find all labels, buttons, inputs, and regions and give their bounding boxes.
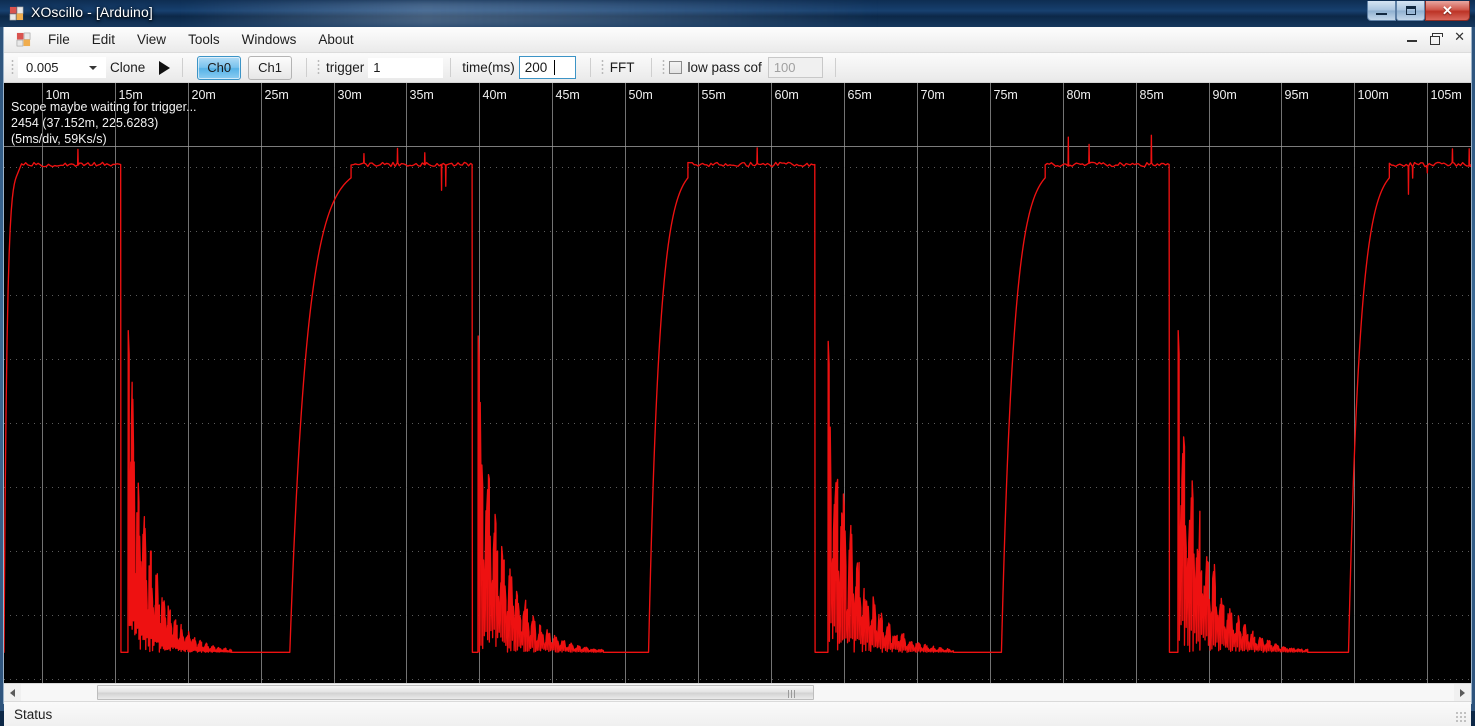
x-tick-label: 85m <box>1140 88 1164 102</box>
oscilloscope-plot[interactable]: 10m 15m 20m 25m 30m 35m 40m 45m 50m 55m 60m 65m 70m 7… <box>4 83 1471 683</box>
trigger-input[interactable]: 1 <box>368 57 444 78</box>
x-tick-label: 25m <box>265 88 289 102</box>
mdi-restore-icon <box>1430 32 1444 45</box>
toolbar-separator-6 <box>834 58 836 77</box>
window-title: XOscillo - [Arduino] <box>31 4 153 20</box>
titlebar-gloss <box>180 0 880 27</box>
mdi-close-button[interactable]: ✕ <box>1454 30 1465 43</box>
chevron-left-icon <box>10 688 15 697</box>
x-tick-label: 20m <box>192 88 216 102</box>
toolbar-separator-2 <box>306 58 307 77</box>
window-titlebar[interactable]: XOscillo - [Arduino] ✕ <box>0 0 1475 27</box>
maximize-icon <box>1405 6 1416 15</box>
window-close-button[interactable]: ✕ <box>1425 1 1470 21</box>
fft-button[interactable]: FFT <box>610 60 635 75</box>
x-tick-label: 95m <box>1285 88 1309 102</box>
low-pass-coefficient-input[interactable]: 100 <box>767 57 823 78</box>
trigger-label: trigger <box>326 60 365 75</box>
clone-label[interactable]: Clone <box>110 60 145 75</box>
resize-grip-icon[interactable] <box>1455 711 1467 723</box>
run-button[interactable] <box>153 57 175 79</box>
low-pass-checkbox[interactable] <box>668 61 682 74</box>
chevron-right-icon <box>1460 688 1465 697</box>
x-tick-label: 80m <box>1067 88 1091 102</box>
mdi-minimize-button[interactable] <box>1407 30 1418 43</box>
toolbar-separator-5 <box>650 58 652 77</box>
app-small-icon <box>16 32 31 47</box>
x-tick-label: 55m <box>702 88 726 102</box>
low-pass-label: low pass cof <box>687 60 762 75</box>
toolbar-grip[interactable] <box>11 59 14 76</box>
x-tick-label: 70m <box>921 88 945 102</box>
status-bar: Status <box>4 701 1471 726</box>
text-caret <box>553 60 555 75</box>
toolbar-separator-1 <box>182 58 184 77</box>
time-ms-label: time(ms) <box>462 60 515 75</box>
menu-item-view[interactable]: View <box>126 29 177 50</box>
x-tick-label: 75m <box>994 88 1018 102</box>
window-controls: ✕ <box>1367 1 1470 21</box>
voltage-scale-value: 0.005 <box>26 60 59 75</box>
toolbar-separator-3 <box>450 58 452 77</box>
low-pass-group: low pass cof 100 <box>668 57 823 78</box>
scope-background <box>4 83 1471 683</box>
scroll-left-button[interactable] <box>4 684 21 701</box>
mdi-minimize-icon <box>1407 40 1418 43</box>
x-tick-label: 65m <box>848 88 872 102</box>
scrollbar-track[interactable] <box>21 684 1454 701</box>
toolbar-grip-4[interactable] <box>661 59 665 76</box>
toolbar-grip-3[interactable] <box>600 59 604 76</box>
x-tick-label: 50m <box>629 88 653 102</box>
chevron-down-icon <box>89 65 97 70</box>
scope-canvas: 10m 15m 20m 25m 30m 35m 40m 45m 50m 55m 60m 65m 70m 7… <box>4 83 1471 683</box>
menu-item-edit[interactable]: Edit <box>81 29 126 50</box>
status-bar-text: Status <box>14 706 53 722</box>
x-tick-label: 100m <box>1358 88 1389 102</box>
x-tick-label: 10m <box>46 88 70 102</box>
time-ms-input[interactable]: 200 <box>518 56 576 79</box>
mdi-window-controls: ✕ <box>1407 30 1465 45</box>
x-tick-label: 60m <box>775 88 799 102</box>
horizontal-scrollbar[interactable] <box>4 683 1471 701</box>
menu-item-about[interactable]: About <box>307 29 364 50</box>
menu-item-tools[interactable]: Tools <box>177 29 231 50</box>
x-tick-label: 30m <box>338 88 362 102</box>
x-tick-label: 35m <box>410 88 434 102</box>
window-minimize-button[interactable] <box>1367 1 1396 21</box>
menu-item-windows[interactable]: Windows <box>231 29 308 50</box>
voltage-scale-combo[interactable]: 0.005 <box>18 57 106 78</box>
minimize-icon <box>1376 12 1387 15</box>
x-tick-label: 15m <box>119 88 143 102</box>
toolbar-separator-4 <box>589 58 591 77</box>
scrollbar-thumb[interactable] <box>97 685 814 700</box>
window-maximize-button[interactable] <box>1396 1 1425 21</box>
toolbar-grip-2[interactable] <box>317 59 320 76</box>
channel-ch0-button[interactable]: Ch0 <box>197 55 242 80</box>
x-tick-label: 90m <box>1213 88 1237 102</box>
scrollbar-grip-icon <box>788 690 797 698</box>
x-tick-label: 45m <box>556 88 580 102</box>
x-tick-label: 105m <box>1431 88 1462 102</box>
x-tick-label: 40m <box>483 88 507 102</box>
application-window: XOscillo - [Arduino] ✕ File Edit View To… <box>0 0 1475 726</box>
play-icon <box>158 60 170 75</box>
mdi-client-area: File Edit View Tools Windows About ✕ 0.0… <box>3 27 1472 726</box>
menu-bar: File Edit View Tools Windows About ✕ <box>4 27 1471 53</box>
time-ms-value: 200 <box>524 60 548 75</box>
channel-ch1-button[interactable]: Ch1 <box>248 55 292 80</box>
menu-item-file[interactable]: File <box>37 29 81 50</box>
main-toolbar: 0.005 Clone Ch0 Ch1 trigger 1 time(ms) 2… <box>4 53 1471 83</box>
app-window-icon <box>9 6 24 21</box>
mdi-restore-button[interactable] <box>1430 30 1444 45</box>
scroll-right-button[interactable] <box>1454 684 1471 701</box>
